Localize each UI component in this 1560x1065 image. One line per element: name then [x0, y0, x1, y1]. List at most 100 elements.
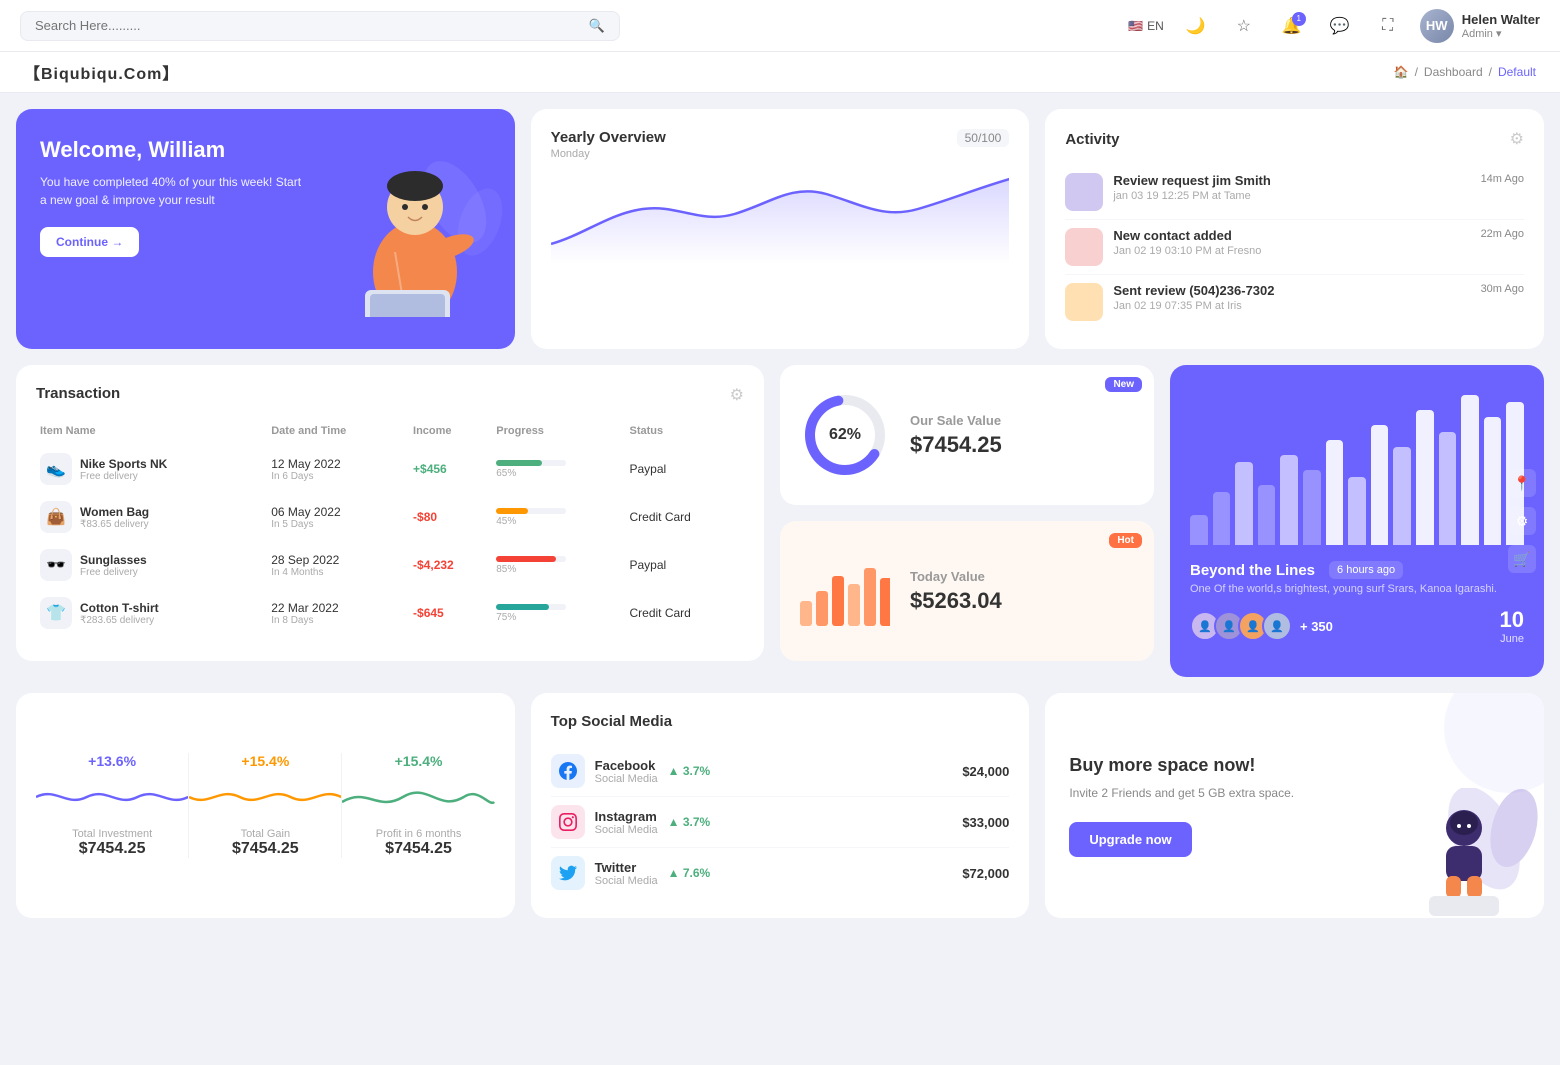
map-pin-icon[interactable]: 📍: [1508, 469, 1536, 497]
income-cell: -$80: [409, 493, 492, 541]
activity-gear-icon[interactable]: ⚙: [1510, 129, 1524, 149]
social-sub: Social Media: [595, 824, 658, 836]
continue-button[interactable]: Continue →: [40, 227, 139, 257]
date-month: June: [1500, 633, 1524, 645]
bars-container: [1190, 385, 1524, 545]
cart-icon[interactable]: 🛒: [1508, 545, 1536, 573]
upgrade-sub: Invite 2 Friends and get 5 GB extra spac…: [1069, 784, 1339, 802]
transaction-title: Transaction: [36, 385, 120, 402]
main-grid-row3: +13.6% Total Investment $7454.25 +15.4% …: [0, 693, 1560, 934]
stat-label: Total Gain: [189, 828, 341, 840]
settings-icon[interactable]: ⚙: [1508, 507, 1536, 535]
stack-avatar-4: 👤: [1262, 611, 1292, 641]
yearly-chart: [551, 164, 1010, 264]
social-info: Facebook Social Media: [595, 758, 658, 785]
social-growth: ▲ 3.7%: [668, 815, 711, 829]
item-icon: 👕: [40, 597, 72, 629]
beyond-title: Beyond the Lines: [1190, 562, 1315, 579]
bar-item: [1190, 515, 1208, 545]
activity-item-sub: jan 03 19 12:25 PM at Tame: [1113, 190, 1470, 202]
activity-item: New contact added Jan 02 19 03:10 PM at …: [1065, 220, 1524, 275]
dark-mode-toggle[interactable]: 🌙: [1180, 10, 1212, 42]
item-days: In 5 Days: [271, 519, 405, 530]
item-cell: 👜 Women Bag ₹83.65 delivery: [36, 493, 267, 541]
activity-item: Review request jim Smith jan 03 19 12:25…: [1065, 165, 1524, 220]
bar-item: [1258, 485, 1276, 545]
date-num: 10: [1500, 607, 1524, 633]
search-bar[interactable]: 🔍: [20, 11, 620, 41]
progress-cell: 45%: [492, 493, 625, 541]
main-grid-row1: Welcome, William You have completed 40% …: [0, 93, 1560, 365]
stat-value: $7454.25: [36, 840, 188, 858]
table-row: 👕 Cotton T-shirt ₹283.65 delivery 22 Mar…: [36, 589, 744, 637]
progress-bar-bg: [496, 460, 566, 466]
bar-item: [1213, 492, 1231, 545]
yearly-progress: 50/100: [957, 129, 1010, 147]
bookmark-icon[interactable]: ☆: [1228, 10, 1260, 42]
activity-card: Activity ⚙ Review request jim Smith jan …: [1045, 109, 1544, 349]
brand-name: 【Biqubiqu.Com】: [24, 60, 179, 84]
stat-value: $7454.25: [342, 840, 494, 858]
bar-item: [1280, 455, 1298, 545]
item-cell: 🕶️ Sunglasses Free delivery: [36, 541, 267, 589]
percent-label: 45%: [496, 516, 621, 527]
sale-label: Our Sale Value: [910, 413, 1002, 428]
item-delivery: Free delivery: [80, 567, 147, 578]
social-name: Twitter: [595, 860, 658, 875]
activity-item-time: 22m Ago: [1481, 228, 1524, 240]
hot-badge: Hot: [1109, 533, 1142, 548]
status-cell: Paypal: [625, 445, 744, 493]
breadcrumb: 🏠 / Dashboard / Default: [1394, 65, 1536, 79]
col-item: Item Name: [36, 417, 267, 445]
bar-item: [1439, 432, 1457, 545]
activity-item: Sent review (504)236-7302 Jan 02 19 07:3…: [1065, 275, 1524, 329]
home-icon[interactable]: 🏠: [1394, 65, 1409, 79]
bar-chart-card: Beyond the Lines 6 hours ago One Of the …: [1170, 365, 1544, 677]
lang-label: EN: [1147, 19, 1164, 33]
progress-bar-fill: [496, 556, 556, 562]
activity-text: Sent review (504)236-7302 Jan 02 19 07:3…: [1113, 283, 1470, 312]
today-label: Today Value: [910, 569, 1002, 584]
progress-cell: 75%: [492, 589, 625, 637]
progress-bar-fill: [496, 604, 549, 610]
today-bar-chart: [800, 556, 890, 626]
bar-item: [1348, 477, 1366, 545]
main-grid-row2: Transaction ⚙ Item Name Date and Time In…: [0, 365, 1560, 677]
social-name: Instagram: [595, 809, 658, 824]
status-cell: Credit Card: [625, 493, 744, 541]
item-name: Cotton T-shirt: [80, 601, 159, 615]
search-input[interactable]: [35, 18, 581, 33]
breadcrumb-dashboard[interactable]: Dashboard: [1424, 65, 1483, 79]
yearly-title: Yearly Overview: [551, 129, 666, 146]
col-income: Income: [409, 417, 492, 445]
social-item: Twitter Social Media ▲ 7.6% $72,000: [551, 848, 1010, 898]
social-icon-twitter: [551, 856, 585, 890]
percent-label: 85%: [496, 564, 621, 575]
activity-item-title: Review request jim Smith: [1113, 173, 1470, 188]
notification-bell[interactable]: 🔔 1: [1276, 10, 1308, 42]
stat-percent: +15.4%: [189, 753, 341, 769]
upgrade-button[interactable]: Upgrade now: [1069, 822, 1191, 857]
date-cell: 22 Mar 2022 In 8 Days: [267, 589, 409, 637]
chat-icon[interactable]: 💬: [1324, 10, 1356, 42]
social-sub: Social Media: [595, 773, 658, 785]
stat-value: $7454.25: [189, 840, 341, 858]
yearly-subtitle: Monday: [551, 148, 666, 160]
language-selector[interactable]: 🇺🇸 EN: [1128, 19, 1164, 33]
today-value: $5263.04: [910, 588, 1002, 614]
activity-item-title: Sent review (504)236-7302: [1113, 283, 1470, 298]
activity-list: Review request jim Smith jan 03 19 12:25…: [1065, 165, 1524, 329]
progress-bar-fill: [496, 460, 542, 466]
nav-right: 🇺🇸 EN 🌙 ☆ 🔔 1 💬 ⛶ HW Helen Walter Admin …: [1128, 9, 1540, 43]
social-value: $24,000: [962, 764, 1009, 779]
bar-item: [1393, 447, 1411, 545]
item-delivery: ₹83.65 delivery: [80, 519, 149, 530]
user-menu[interactable]: HW Helen Walter Admin ▾: [1420, 9, 1540, 43]
bar-item: [1484, 417, 1502, 545]
progress-cell: 65%: [492, 445, 625, 493]
transaction-gear-icon[interactable]: ⚙: [730, 385, 744, 405]
stat-percent: +13.6%: [36, 753, 188, 769]
fullscreen-icon[interactable]: ⛶: [1372, 10, 1404, 42]
percent-label: 75%: [496, 612, 621, 623]
item-date: 12 May 2022: [271, 457, 405, 471]
